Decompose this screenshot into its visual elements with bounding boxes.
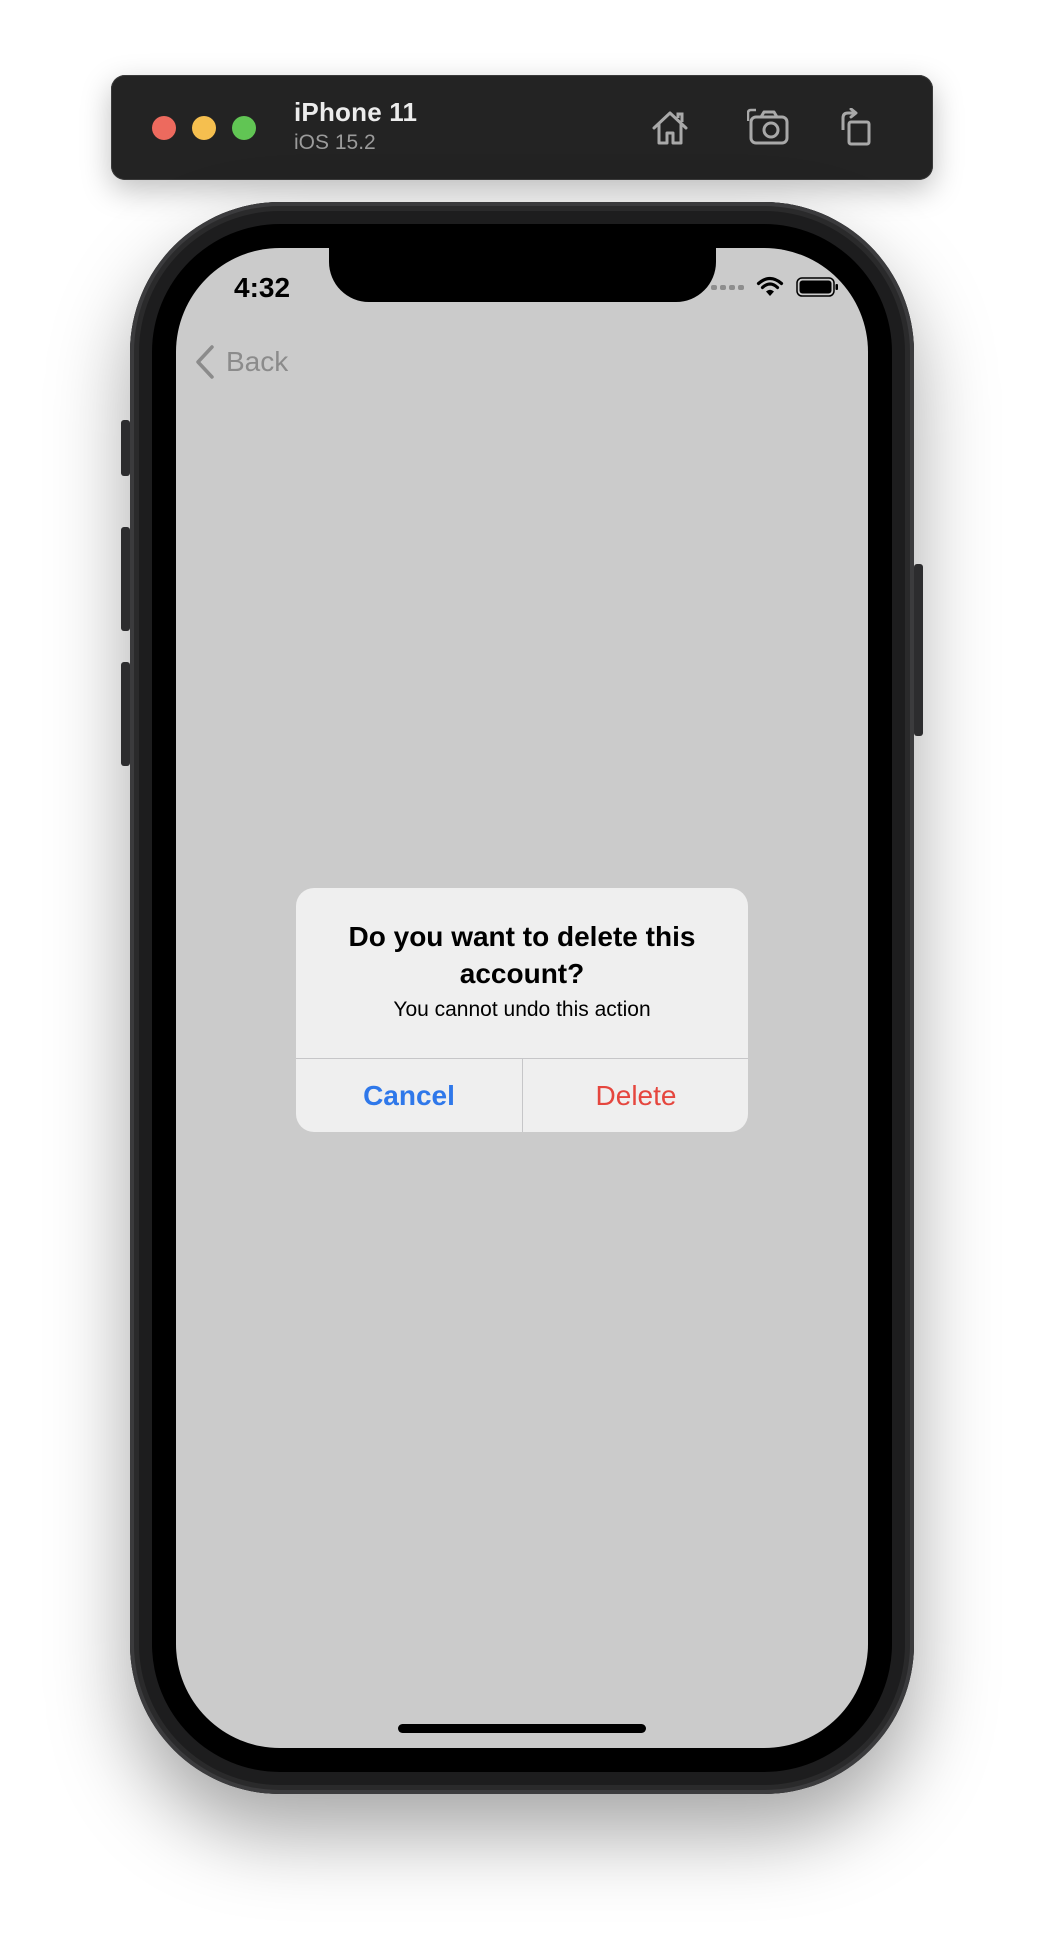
phone-screen: 4:32 Back Do you want to delete this acc… [176,248,868,1748]
volume-up-button[interactable] [121,527,130,631]
home-icon [652,111,688,145]
back-button[interactable]: Back [194,344,288,380]
back-label: Back [226,346,289,377]
close-window-icon[interactable] [152,116,176,140]
screenshot-icon [747,108,789,145]
battery-icon [796,277,838,297]
home-indicator[interactable] [398,1724,646,1733]
delete-button[interactable]: Delete [523,1059,748,1132]
chevron-left-icon [196,345,214,379]
alert-title: Do you want to delete this account? [348,921,696,989]
notch [329,248,716,302]
mute-switch[interactable] [121,420,130,476]
status-time: 4:32 [234,272,291,303]
side-power-button[interactable] [914,564,923,736]
delete-account-alert: Do you want to delete this account? You … [296,888,748,1132]
os-version: iOS 15.2 [294,131,376,154]
simulator-toolbar: iPhone 11 iOS 15.2 [111,75,933,180]
status-icons [711,276,840,298]
minimize-window-icon[interactable] [192,116,216,140]
cellular-signal-icon [711,284,744,290]
cancel-button[interactable]: Cancel [296,1059,522,1132]
device-name: iPhone 11 [294,97,418,127]
simulator-stage: iPhone 11 iOS 15.2 4:32 Back Do you want… [0,0,1044,1944]
zoom-window-icon[interactable] [232,116,256,140]
wifi-icon [756,276,784,296]
home-button[interactable] [644,102,696,154]
volume-down-button[interactable] [121,662,130,766]
alert-message: You cannot undo this action [393,998,651,1021]
rotate-button[interactable] [831,102,883,154]
screenshot-button[interactable] [743,102,795,154]
rotate-icon [841,108,871,146]
